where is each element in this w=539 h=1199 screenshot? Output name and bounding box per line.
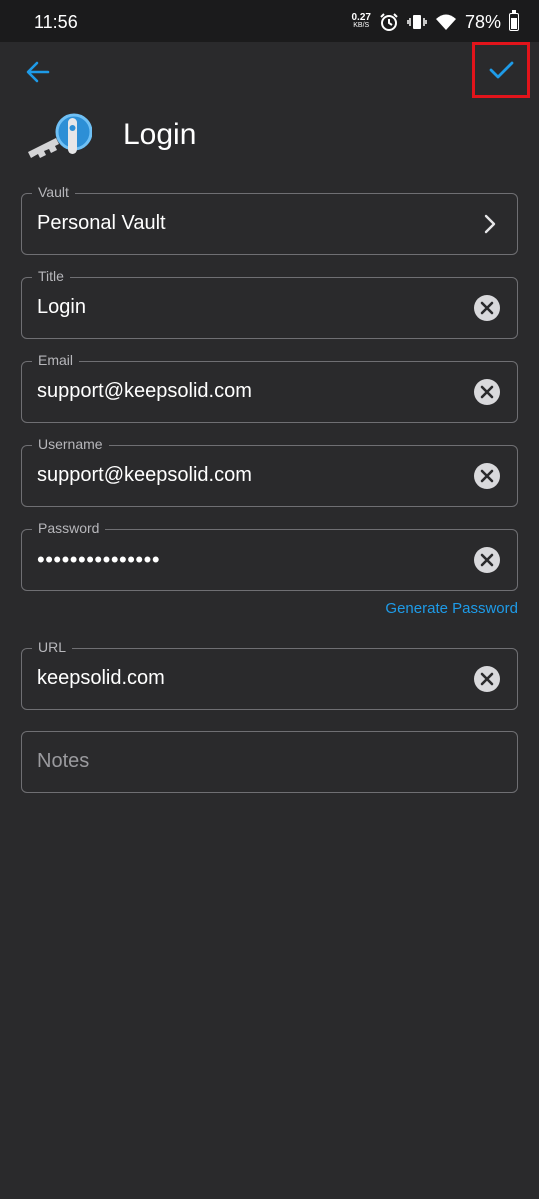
net-speed-unit: KB/S <box>353 22 370 29</box>
notes-placeholder[interactable]: Notes <box>37 732 89 791</box>
clear-username-icon[interactable] <box>474 463 500 489</box>
network-speed: 0.27 KB/S <box>351 12 371 30</box>
status-time: 11:56 <box>34 12 78 32</box>
generate-password-link[interactable]: Generate Password <box>385 600 518 617</box>
clear-title-icon[interactable] <box>474 295 500 321</box>
wifi-icon <box>435 14 456 30</box>
url-field[interactable]: URL keepsolid.com <box>21 638 518 710</box>
clear-url-icon[interactable] <box>474 666 500 692</box>
password-value[interactable]: ••••••••••••••• <box>37 530 160 589</box>
vault-value: Personal Vault <box>37 212 166 234</box>
page-title: Login <box>123 118 197 151</box>
battery-percent: 78% <box>464 11 501 32</box>
status-bar: 11:56 0.27 KB/S 78% <box>0 0 539 42</box>
chevron-right-icon <box>484 214 496 234</box>
notes-field[interactable]: Notes <box>21 731 518 793</box>
url-value[interactable]: keepsolid.com <box>37 649 165 708</box>
arrow-left-icon <box>26 61 50 83</box>
email-value[interactable]: support@keepsolid.com <box>37 362 252 421</box>
username-value[interactable]: support@keepsolid.com <box>37 446 252 505</box>
title-field[interactable]: Title Login <box>21 267 518 339</box>
clear-email-icon[interactable] <box>474 379 500 405</box>
save-button[interactable] <box>472 42 530 98</box>
title-value[interactable]: Login <box>37 278 86 337</box>
clear-password-icon[interactable] <box>474 547 500 573</box>
key-icon <box>22 110 93 168</box>
vault-selector[interactable]: Vault Personal Vault <box>21 183 518 255</box>
password-field[interactable]: Password ••••••••••••••• <box>21 519 518 591</box>
back-button[interactable] <box>22 56 54 88</box>
net-speed-value: 0.27 <box>351 12 371 23</box>
username-field[interactable]: Username support@keepsolid.com <box>21 435 518 507</box>
vibrate-icon <box>407 15 427 29</box>
status-icons: 0.27 KB/S 78% <box>351 10 519 34</box>
check-icon <box>489 61 514 79</box>
email-field[interactable]: Email support@keepsolid.com <box>21 351 518 423</box>
battery-icon <box>509 10 519 31</box>
alarm-icon <box>380 13 398 31</box>
